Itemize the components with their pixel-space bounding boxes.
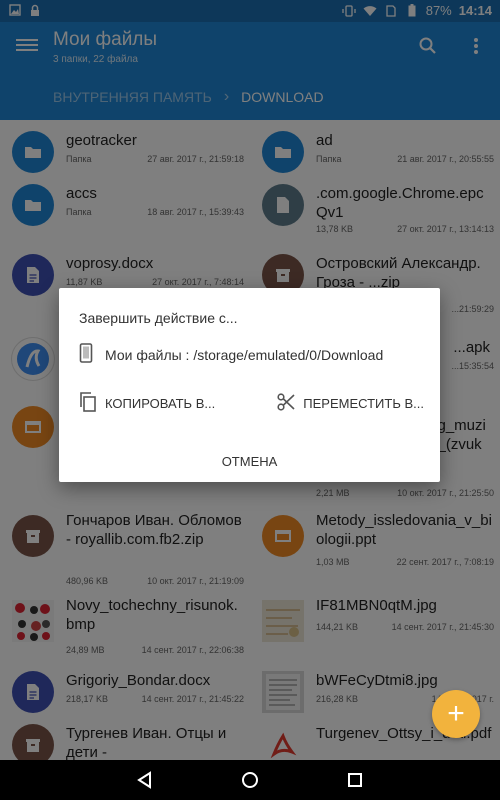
complete-action-dialog: Завершить действие с... Мои файлы : /sto… [59, 288, 440, 482]
back-icon[interactable] [135, 770, 155, 790]
home-icon[interactable] [240, 770, 260, 790]
copy-icon [79, 392, 97, 415]
dialog-app-option[interactable]: Мои файлы : /storage/emulated/0/Download [79, 343, 383, 366]
scissors-icon [277, 393, 295, 414]
phone-icon [79, 343, 93, 366]
recents-icon[interactable] [345, 770, 365, 790]
move-to-label: ПЕРЕМЕСТИТЬ В... [303, 396, 424, 411]
dialog-app-path: Мои файлы : /storage/emulated/0/Download [105, 346, 384, 363]
move-to-button[interactable]: ПЕРЕМЕСТИТЬ В... [277, 392, 424, 415]
dialog-title: Завершить действие с... [79, 310, 238, 326]
cancel-button[interactable]: ОТМЕНА [59, 454, 440, 469]
copy-to-button[interactable]: КОПИРОВАТЬ В... [79, 392, 215, 415]
system-nav-bar [0, 760, 500, 800]
copy-to-label: КОПИРОВАТЬ В... [105, 396, 216, 411]
plus-icon: + [447, 697, 465, 730]
add-fab-button[interactable]: + [432, 690, 480, 738]
